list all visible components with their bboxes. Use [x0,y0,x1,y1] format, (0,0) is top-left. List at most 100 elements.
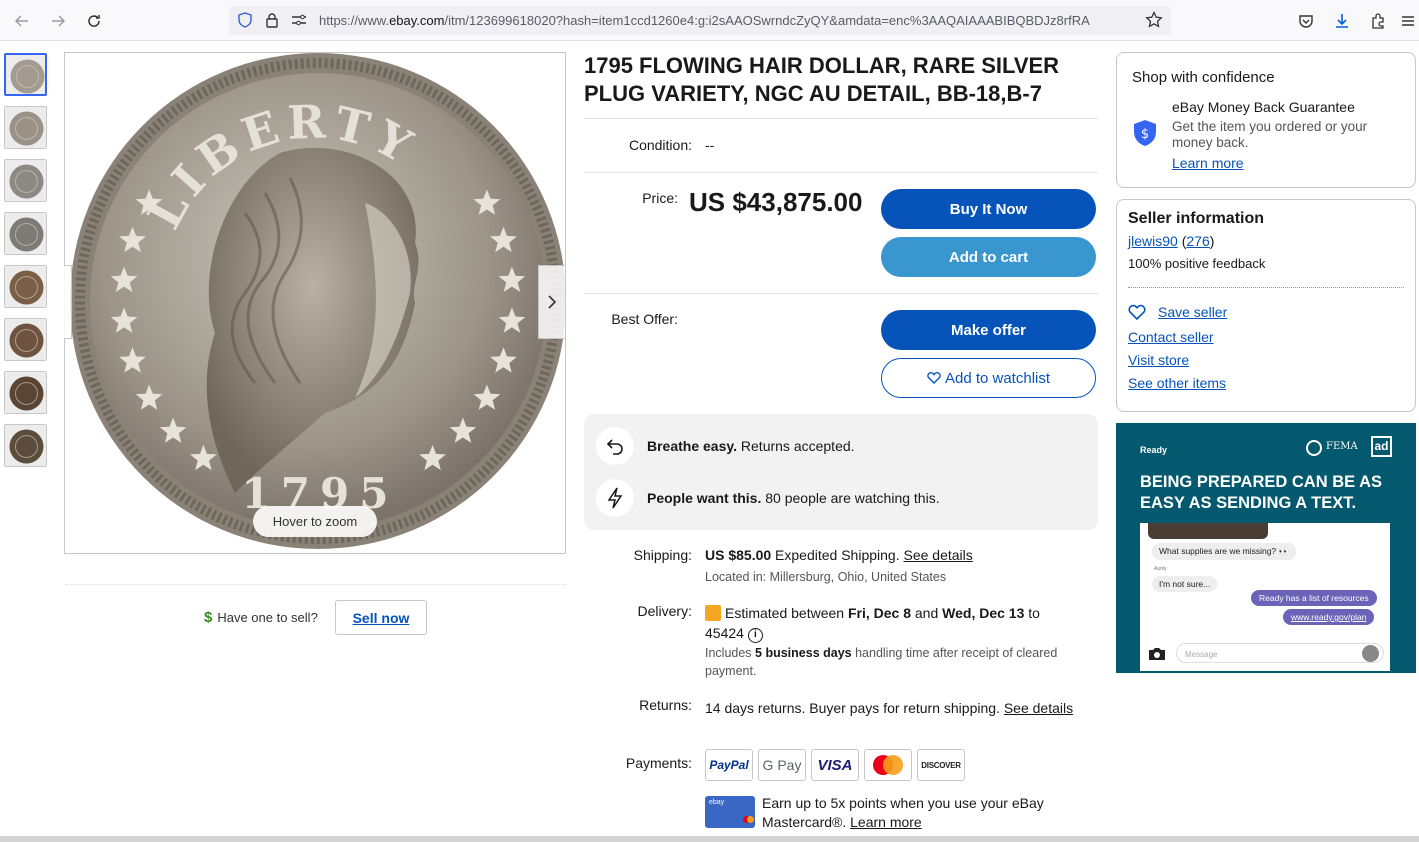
forward-icon[interactable] [46,9,70,33]
thumbnail-7[interactable] [4,371,47,414]
save-seller-heart-icon[interactable] [1128,304,1146,325]
see-other-items-link[interactable]: See other items [1128,375,1226,391]
ad-message-4: www.ready.gov/plan [1283,609,1375,625]
svg-text:$: $ [1141,127,1149,142]
delivery-estimate: Estimated between Fri, Dec 8 and Wed, De… [705,605,1040,643]
confidence-heading: Shop with confidence [1132,69,1275,86]
reload-icon[interactable] [82,9,106,33]
shipping-value: US $85.00 Expedited Shipping. See detail… [705,547,973,563]
menu-icon[interactable] [1396,9,1419,33]
ad-sender-name: Aunty [1154,566,1167,572]
make-offer-button[interactable]: Make offer [881,310,1096,350]
returns-label: Returns: [639,697,692,713]
guarantee-title: eBay Money Back Guarantee [1172,99,1355,115]
payments-label: Payments: [625,755,692,771]
heart-icon [927,372,941,384]
ad-photo-strip [1148,523,1268,539]
info-icon[interactable]: i [747,628,763,643]
save-seller-link[interactable]: Save seller [1158,304,1227,320]
add-to-watchlist-button[interactable]: Add to watchlist [881,358,1096,398]
shield-dollar-icon: $ [1132,119,1158,152]
buy-it-now-button[interactable]: Buy It Now [881,189,1096,229]
shipping-label: Shipping: [633,547,692,563]
returns-value: 14 days returns. Buyer pays for return s… [705,700,1074,716]
returns-details-link[interactable]: See details [1004,700,1073,716]
flag-icon [705,605,721,621]
seller-name-row: jlewis90 (276) [1128,233,1215,249]
coin-image: LIBERTY 1795 [70,53,565,549]
discover-logo: DISCOVER [917,749,965,781]
downloads-icon[interactable] [1330,9,1354,33]
ad-headline: BEING PREPARED CAN BE AS EASY AS SENDING… [1140,473,1383,512]
condition-label: Condition: [628,137,692,153]
sell-divider [66,584,566,585]
ad-message-3: Ready has a list of resources [1251,590,1377,606]
visit-store-link[interactable]: Visit store [1128,352,1189,368]
seller-information-box: Seller information jlewis90 (276) 100% p… [1116,199,1416,412]
main-product-image[interactable]: LIBERTY 1795 Hover to zoom [64,52,566,554]
back-icon[interactable] [10,9,34,33]
ad-message-input: Message [1176,643,1384,663]
contact-seller-link[interactable]: Contact seller [1128,329,1214,345]
address-bar[interactable]: https://www.ebay.com/itm/123699618020?ha… [229,6,1171,35]
mastercard-promo: Earn up to 5x points when you use your e… [762,795,1044,830]
add-to-cart-button[interactable]: Add to cart [881,237,1096,277]
lock-icon[interactable] [265,12,279,33]
lightning-icon [596,479,634,517]
browser-toolbar: https://www.ebay.com/itm/123699618020?ha… [0,0,1419,41]
shield-icon[interactable] [237,12,253,33]
ad-send-icon [1362,645,1379,662]
condition-value: -- [705,137,715,153]
seller-heading: Seller information [1128,210,1265,227]
chevron-right-icon [548,295,557,309]
extensions-icon[interactable] [1366,9,1390,33]
url-text: https://www.ebay.com/itm/123699618020?ha… [319,13,1090,28]
price-value: US $43,875.00 [689,187,863,217]
ad-council-logo: ad [1371,436,1392,457]
have-one-to-sell: $ Have one to sell? [204,609,318,626]
thumbnail-5[interactable] [4,265,47,308]
google-pay-logo: G Pay [758,749,806,781]
pocket-icon[interactable] [1294,9,1318,33]
fema-seal-icon [1306,440,1322,456]
visa-logo: VISA [811,749,859,781]
watchers-text: People want this. 80 people are watching… [647,490,940,506]
ebay-mastercard-icon: ebay [705,796,755,828]
dollar-icon: $ [204,609,213,626]
permissions-icon[interactable] [291,13,307,32]
divider [584,118,1098,119]
shipping-details-link[interactable]: See details [904,547,973,563]
fema-ad-banner[interactable]: Ready FEMA ad BEING PREPARED CAN BE AS E… [1116,423,1416,673]
horizontal-scrollbar[interactable] [0,836,1419,842]
seller-name-link[interactable]: jlewis90 [1128,233,1178,249]
guarantee-text: Get the item you ordered or your money b… [1172,119,1368,150]
paypal-logo: PayPal [705,749,753,781]
guarantee-learn-more-link[interactable]: Learn more [1172,155,1244,171]
next-image-arrow[interactable] [538,265,566,339]
watchlist-label: Add to watchlist [944,369,1051,387]
positive-feedback: 100% positive feedback [1128,256,1266,271]
assurance-panel: Breathe easy. Returns accepted. People w… [584,414,1098,530]
thumbnail-1[interactable] [4,53,47,96]
mastercard-logo [864,749,912,781]
thumbnail-2[interactable] [4,106,47,149]
thumbnail-6[interactable] [4,318,47,361]
hover-to-zoom-hint: Hover to zoom [253,506,377,537]
feedback-count-link[interactable]: 276 [1186,233,1209,249]
handling-note: Includes 5 business days handling time a… [705,646,1058,678]
thumbnail-8[interactable] [4,424,47,467]
sell-prompt: Have one to sell? [217,610,318,625]
prev-image-arrow[interactable] [64,265,72,339]
promo-learn-more-link[interactable]: Learn more [850,814,922,830]
thumbnail-4[interactable] [4,212,47,255]
camera-icon [1148,647,1166,666]
return-arrow-icon [596,427,634,465]
item-title: 1795 FLOWING HAIR DOLLAR, RARE SILVER PL… [584,53,1060,106]
bookmark-star-icon[interactable] [1145,10,1163,34]
thumbnail-3[interactable] [4,159,47,202]
sell-now-button[interactable]: Sell now [335,600,427,635]
ad-phone-screen: What supplies are we missing? 👀 Aunty I'… [1140,523,1390,671]
ready-logo: Ready [1140,445,1168,455]
seller-divider [1128,287,1404,288]
best-offer-label: Best Offer: [611,311,678,327]
